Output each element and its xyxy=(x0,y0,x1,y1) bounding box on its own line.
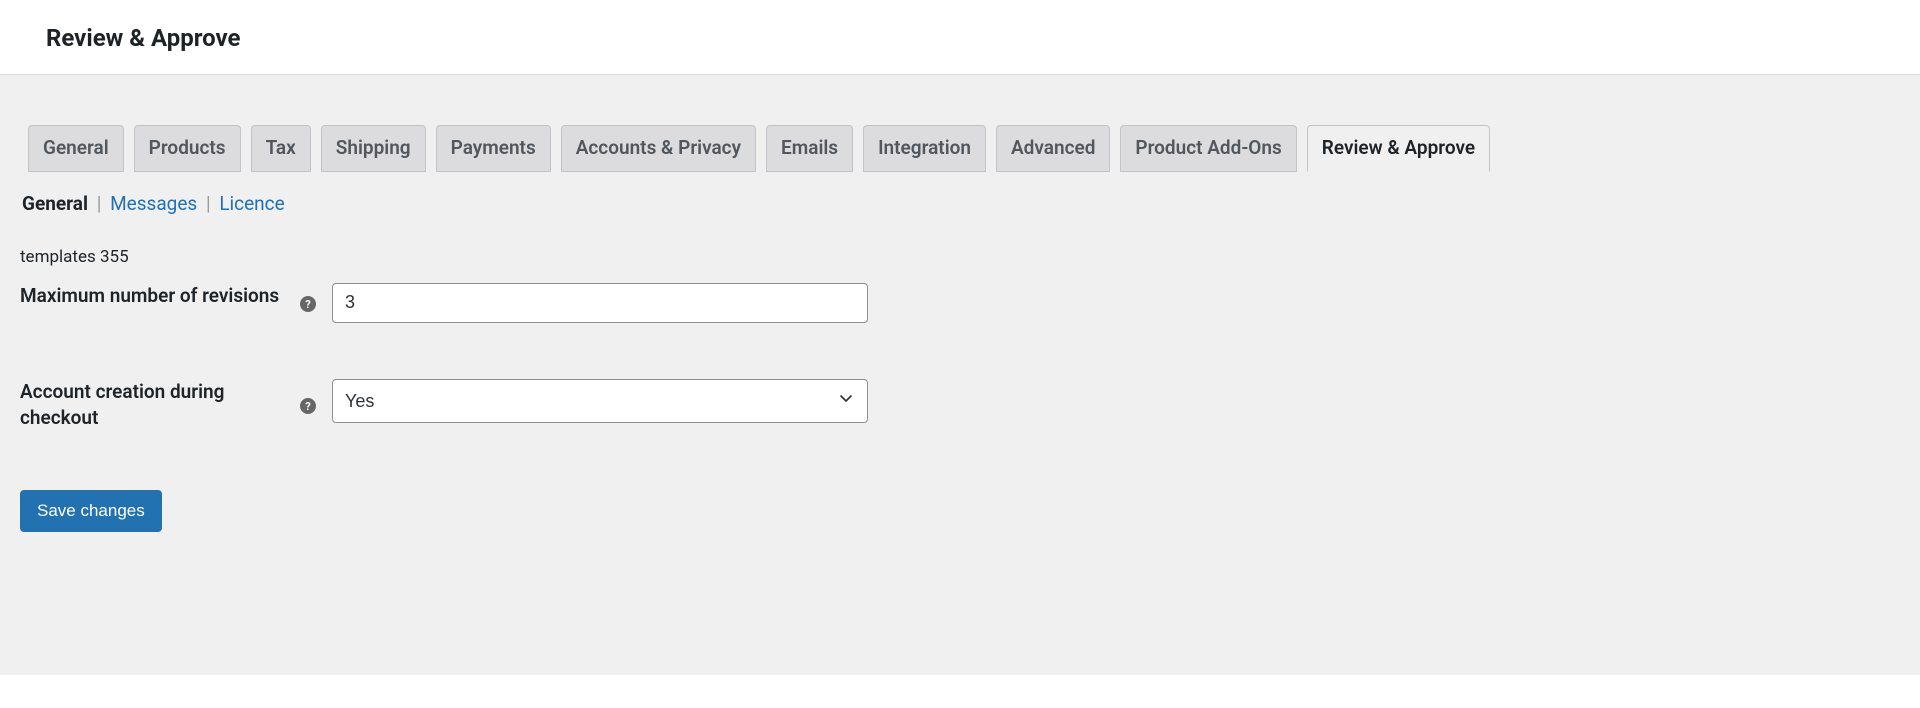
page-header: Review & Approve xyxy=(0,0,1920,75)
subtab-separator: | xyxy=(97,192,102,215)
label-max-revisions: Maximum number of revisions xyxy=(20,267,300,363)
page-title: Review & Approve xyxy=(46,24,1920,52)
subtab-row: General | Messages | Licence xyxy=(20,192,1900,215)
tab-review-approve[interactable]: Review & Approve xyxy=(1307,125,1490,172)
save-changes-button[interactable]: Save changes xyxy=(20,490,162,532)
tab-general[interactable]: General xyxy=(28,125,124,172)
tab-products[interactable]: Products xyxy=(134,125,241,172)
tabs-row: General Products Tax Shipping Payments A… xyxy=(20,125,1900,172)
subtab-messages[interactable]: Messages xyxy=(110,192,197,215)
tab-product-add-ons[interactable]: Product Add-Ons xyxy=(1120,125,1296,172)
tab-advanced[interactable]: Advanced xyxy=(996,125,1110,172)
tab-tax[interactable]: Tax xyxy=(251,125,311,172)
help-icon[interactable]: ? xyxy=(300,398,316,414)
field-row-max-revisions: Maximum number of revisions ? xyxy=(20,267,1220,363)
field-row-account-creation: Account creation during checkout ? Yes xyxy=(20,363,1220,470)
tab-payments[interactable]: Payments xyxy=(436,125,551,172)
subtab-separator: | xyxy=(206,192,211,215)
tab-shipping[interactable]: Shipping xyxy=(321,125,426,172)
label-account-creation: Account creation during checkout xyxy=(20,363,300,470)
content-area: General Products Tax Shipping Payments A… xyxy=(0,75,1920,675)
select-account-creation[interactable]: Yes xyxy=(332,379,868,423)
input-max-revisions[interactable] xyxy=(332,283,868,323)
tab-integration[interactable]: Integration xyxy=(863,125,986,172)
select-wrap-account-creation: Yes xyxy=(332,379,868,423)
settings-form-table: Maximum number of revisions ? Account cr… xyxy=(20,267,1220,470)
subtab-licence[interactable]: Licence xyxy=(219,192,284,215)
tab-emails[interactable]: Emails xyxy=(766,125,853,172)
tab-accounts-privacy[interactable]: Accounts & Privacy xyxy=(561,125,756,172)
subtab-general[interactable]: General xyxy=(22,192,88,215)
help-icon[interactable]: ? xyxy=(300,296,316,312)
